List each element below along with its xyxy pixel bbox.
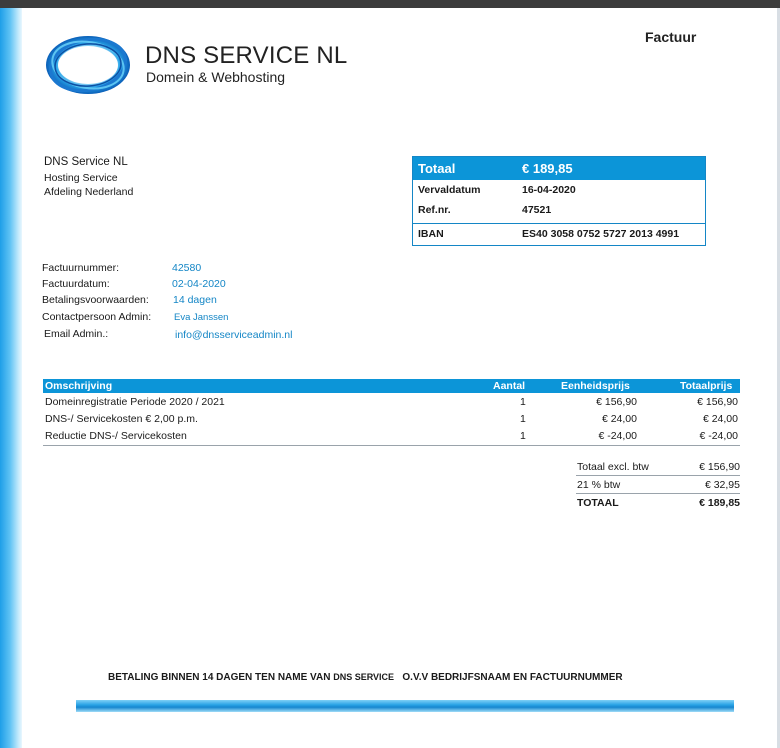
sender-line-3: Afdeling Nederland — [44, 186, 134, 198]
invoice-page — [0, 8, 780, 748]
row-quantity: 1 — [520, 396, 526, 408]
summary-total-row: Totaal € 189,85 — [413, 157, 705, 180]
row-unit-price: € 156,90 — [596, 396, 637, 408]
company-tagline: Domein & Webhosting — [146, 69, 286, 85]
row-description: DNS-/ Servicekosten € 2,00 p.m. — [45, 413, 198, 425]
table-row: Domeinregistratie Periode 2020 / 2021 1 … — [43, 393, 740, 410]
invoice-number-label: Factuurnummer: — [42, 262, 120, 274]
totals-vat-label: 21 % btw — [577, 479, 621, 491]
sender-line-1: DNS Service NL — [44, 156, 128, 168]
row-description: Domeinregistratie Periode 2020 / 2021 — [45, 396, 225, 408]
row-quantity: 1 — [520, 413, 526, 425]
summary-due-row: Vervaldatum 16-04-2020 — [413, 180, 705, 200]
invoice-number-value: 42580 — [172, 262, 202, 274]
totals-excl-label: Totaal excl. btw — [577, 461, 649, 473]
row-quantity: 1 — [520, 430, 526, 442]
payment-instruction-part-3: O.V.V BEDRIJFSNAAM EN FACTUURNUMMER — [402, 672, 623, 683]
contact-label: Contactpersoon Admin: — [42, 311, 152, 323]
payment-instruction: BETALING BINNEN 14 DAGEN TEN NAME VAN DN… — [108, 672, 623, 683]
sender-line-2: Hosting Service — [44, 172, 118, 184]
row-unit-price: € 24,00 — [601, 413, 637, 425]
summary-ref-value: 47521 — [522, 204, 552, 216]
summary-iban-value: ES40 3058 0752 5727 2013 4991 — [522, 228, 680, 240]
summary-iban-label: IBAN — [418, 228, 444, 240]
invoice-summary-box: Totaal € 189,85 Vervaldatum 16-04-2020 R… — [412, 156, 706, 246]
payment-instruction-part-1: BETALING BINNEN 14 DAGEN TEN NAME VAN — [108, 672, 331, 683]
left-decorative-stripe — [0, 8, 22, 748]
table-bottom-border — [43, 445, 740, 446]
contact-value: Eva Janssen — [174, 312, 229, 323]
totals-grand-value: € 189,85 — [699, 497, 740, 509]
row-total-price: € 24,00 — [702, 413, 738, 425]
totals-vat-value: € 32,95 — [704, 479, 740, 491]
summary-due-label: Vervaldatum — [418, 184, 481, 196]
totals-vat-row: 21 % btw € 32,95 — [576, 476, 740, 493]
table-row: Reductie DNS-/ Servicekosten 1 € -24,00 … — [43, 427, 740, 444]
totals-excl-row: Totaal excl. btw € 156,90 — [576, 458, 740, 475]
summary-total-label: Totaal — [418, 161, 456, 176]
document-title: Factuur — [645, 29, 697, 45]
email-label: Email Admin.: — [44, 328, 109, 340]
summary-ref-row: Ref.nr. 47521 — [413, 200, 705, 220]
summary-ref-label: Ref.nr. — [418, 204, 451, 216]
email-link[interactable]: info@dnsserviceadmin.nl — [175, 329, 292, 341]
footer-decorative-bar — [76, 700, 734, 712]
summary-total-value: € 189,85 — [522, 161, 573, 176]
payment-terms-label: Betalingsvoorwaarden: — [42, 294, 149, 306]
company-name: DNS SERVICE NL — [145, 42, 348, 69]
payment-terms-value: 14 dagen — [173, 294, 217, 306]
sender-address: DNS Service NL Hosting Service Afdeling … — [44, 155, 133, 199]
totals-block: Totaal excl. btw € 156,90 21 % btw € 32,… — [576, 458, 740, 511]
header-quantity: Aantal — [493, 380, 526, 392]
payment-instruction-part-2: DNS SERVICE — [333, 672, 395, 682]
invoice-date-label: Factuurdatum: — [42, 278, 110, 290]
totals-grand-row: TOTAAL € 189,85 — [576, 494, 740, 511]
totals-grand-label: TOTAAL — [577, 497, 619, 509]
row-total-price: € -24,00 — [699, 430, 738, 442]
line-items-table: Omschrijving Aantal Eenheidsprijs Totaal… — [43, 379, 740, 446]
header-unit-price: Eenheidsprijs — [561, 380, 630, 392]
totals-excl-value: € 156,90 — [699, 461, 740, 473]
row-total-price: € 156,90 — [697, 396, 738, 408]
table-header-row: Omschrijving Aantal Eenheidsprijs Totaal… — [43, 379, 740, 393]
company-logo-icon — [46, 36, 130, 94]
header-total-price: Totaalprijs — [680, 380, 733, 392]
table-row: DNS-/ Servicekosten € 2,00 p.m. 1 € 24,0… — [43, 410, 740, 427]
invoice-date-value: 02-04-2020 — [172, 278, 226, 290]
header-description: Omschrijving — [45, 380, 113, 392]
summary-due-value: 16-04-2020 — [522, 184, 576, 196]
summary-iban-row: IBAN ES40 3058 0752 5727 2013 4991 — [413, 224, 705, 244]
row-unit-price: € -24,00 — [598, 430, 637, 442]
row-description: Reductie DNS-/ Servicekosten — [45, 430, 187, 442]
viewer-top-bar — [0, 0, 780, 8]
